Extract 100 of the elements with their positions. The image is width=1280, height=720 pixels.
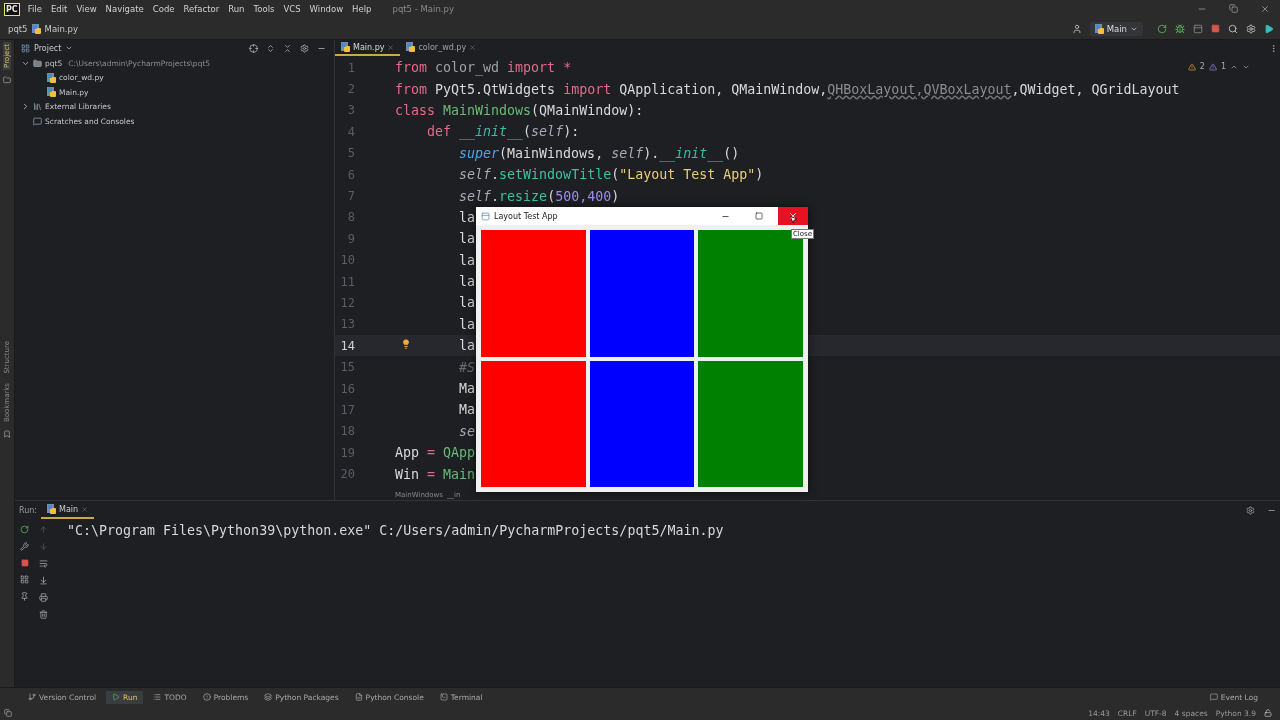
wrench-icon[interactable] bbox=[20, 542, 29, 551]
breadcrumb[interactable]: pqt5 bbox=[8, 23, 28, 34]
scroll-end-icon[interactable] bbox=[39, 576, 48, 585]
warning-count[interactable]: 2 bbox=[1199, 62, 1205, 71]
play-icon bbox=[112, 693, 121, 701]
maximize-icon bbox=[755, 212, 763, 220]
layout-icon[interactable] bbox=[4, 709, 12, 717]
code-line: la bbox=[459, 338, 476, 354]
settings-icon[interactable] bbox=[300, 43, 309, 53]
more-icon[interactable] bbox=[1269, 44, 1278, 53]
code-line: la bbox=[459, 295, 476, 311]
app-logo: PC bbox=[4, 2, 20, 16]
editor-tab[interactable]: color_wd.py bbox=[400, 40, 483, 56]
code-line: Win = Main bbox=[395, 466, 476, 482]
code-line: self.setWindowTitle("Layout Test App") bbox=[459, 167, 764, 183]
line-number: 17 bbox=[339, 402, 355, 417]
stop-icon[interactable] bbox=[1211, 24, 1220, 33]
menu-item[interactable]: VCS bbox=[283, 4, 301, 14]
speech-bubble-icon bbox=[1209, 693, 1218, 701]
breadcrumb[interactable]: Main.py bbox=[44, 23, 78, 34]
layout-icon[interactable] bbox=[20, 575, 29, 584]
run-label: Run: bbox=[19, 505, 38, 515]
code-line: Ma bbox=[459, 381, 476, 397]
menu-item[interactable]: Help bbox=[352, 4, 372, 14]
line-number: 5 bbox=[346, 146, 355, 161]
alert-icon bbox=[202, 693, 211, 701]
line-number: 10 bbox=[339, 253, 355, 268]
menu-item[interactable]: Window bbox=[309, 4, 344, 14]
close-icon[interactable] bbox=[1260, 4, 1270, 14]
line-number: 16 bbox=[339, 381, 355, 396]
warning-icon bbox=[1187, 62, 1196, 71]
bug-icon[interactable] bbox=[1175, 23, 1185, 34]
line-number: 3 bbox=[346, 103, 355, 118]
branch-icon bbox=[28, 693, 36, 701]
wrap-icon[interactable] bbox=[39, 559, 48, 568]
rerun-icon[interactable] bbox=[20, 525, 29, 534]
editor-tab[interactable]: Main.py bbox=[335, 40, 401, 56]
panel-title[interactable]: Project bbox=[34, 43, 62, 53]
folder-icon bbox=[3, 75, 11, 84]
code-line: se bbox=[459, 423, 476, 439]
window-title: pqt5 - Main.py bbox=[392, 4, 454, 14]
window-title: Layout Test App bbox=[494, 211, 558, 221]
python-file-icon bbox=[47, 87, 56, 98]
restore-icon[interactable] bbox=[1229, 4, 1238, 13]
stop-icon[interactable] bbox=[20, 559, 29, 567]
python-file-icon bbox=[341, 42, 350, 52]
settings-icon[interactable] bbox=[1246, 505, 1255, 515]
menu-item[interactable]: Run bbox=[228, 4, 245, 14]
code-line: Ma bbox=[459, 402, 476, 418]
line-number: 9 bbox=[346, 231, 355, 246]
menu-item[interactable]: Code bbox=[152, 4, 175, 14]
settings-icon[interactable] bbox=[1246, 23, 1256, 34]
layers-icon bbox=[264, 693, 273, 701]
python-file-icon bbox=[406, 42, 416, 52]
rerun-icon[interactable] bbox=[1157, 23, 1167, 34]
menu-item[interactable]: Refactor bbox=[183, 4, 220, 14]
line-number: 7 bbox=[346, 189, 355, 204]
python-file-icon bbox=[1094, 23, 1104, 34]
menu-item[interactable]: File bbox=[27, 4, 42, 14]
pin-icon[interactable] bbox=[20, 592, 29, 601]
line-number: 4 bbox=[346, 124, 355, 139]
print-icon[interactable] bbox=[39, 593, 48, 602]
list-icon bbox=[153, 693, 162, 701]
file-icon bbox=[354, 693, 363, 701]
weak-warning-icon bbox=[1208, 62, 1217, 71]
code-line: #S bbox=[459, 359, 476, 375]
menu-item[interactable]: Tools bbox=[253, 4, 275, 14]
line-number: 8 bbox=[346, 210, 355, 225]
caret-icon[interactable] bbox=[65, 44, 74, 52]
expand-all-icon[interactable] bbox=[266, 43, 275, 53]
code-line: la bbox=[459, 209, 476, 225]
chevron-right-icon[interactable] bbox=[21, 102, 30, 112]
run-config-dropdown[interactable]: Main bbox=[1089, 21, 1143, 36]
bookmark-icon bbox=[3, 430, 11, 439]
line-number: 1 bbox=[346, 60, 355, 75]
line-number: 11 bbox=[339, 274, 355, 289]
cursor-icon bbox=[789, 215, 798, 224]
trash-icon[interactable] bbox=[39, 610, 48, 619]
locate-icon[interactable] bbox=[249, 43, 258, 53]
lock-icon[interactable] bbox=[1264, 709, 1272, 717]
line-number: 6 bbox=[346, 167, 355, 182]
close-button[interactable] bbox=[778, 207, 808, 225]
code-line: App = QApp bbox=[395, 445, 476, 461]
collapse-all-icon[interactable] bbox=[283, 43, 292, 53]
line-number: 13 bbox=[339, 317, 355, 332]
code-line: class MainWindows(QMainWindow): bbox=[395, 102, 644, 118]
line-number: 15 bbox=[339, 360, 355, 375]
window-icon bbox=[481, 211, 490, 221]
user-icon[interactable] bbox=[1071, 23, 1082, 34]
weak-warning-count[interactable]: 1 bbox=[1220, 62, 1226, 71]
code-line: la bbox=[459, 231, 476, 247]
terminal-icon bbox=[439, 693, 448, 701]
menu-item[interactable]: Navigate bbox=[105, 4, 144, 14]
menu-item[interactable]: Edit bbox=[50, 4, 68, 14]
panel-icon bbox=[21, 43, 30, 53]
search-icon[interactable] bbox=[1228, 23, 1238, 34]
run-tab[interactable]: Main bbox=[41, 501, 95, 519]
lightbulb-icon[interactable] bbox=[401, 339, 411, 350]
python-file-icon bbox=[47, 72, 56, 83]
menu-item[interactable]: View bbox=[76, 4, 97, 14]
